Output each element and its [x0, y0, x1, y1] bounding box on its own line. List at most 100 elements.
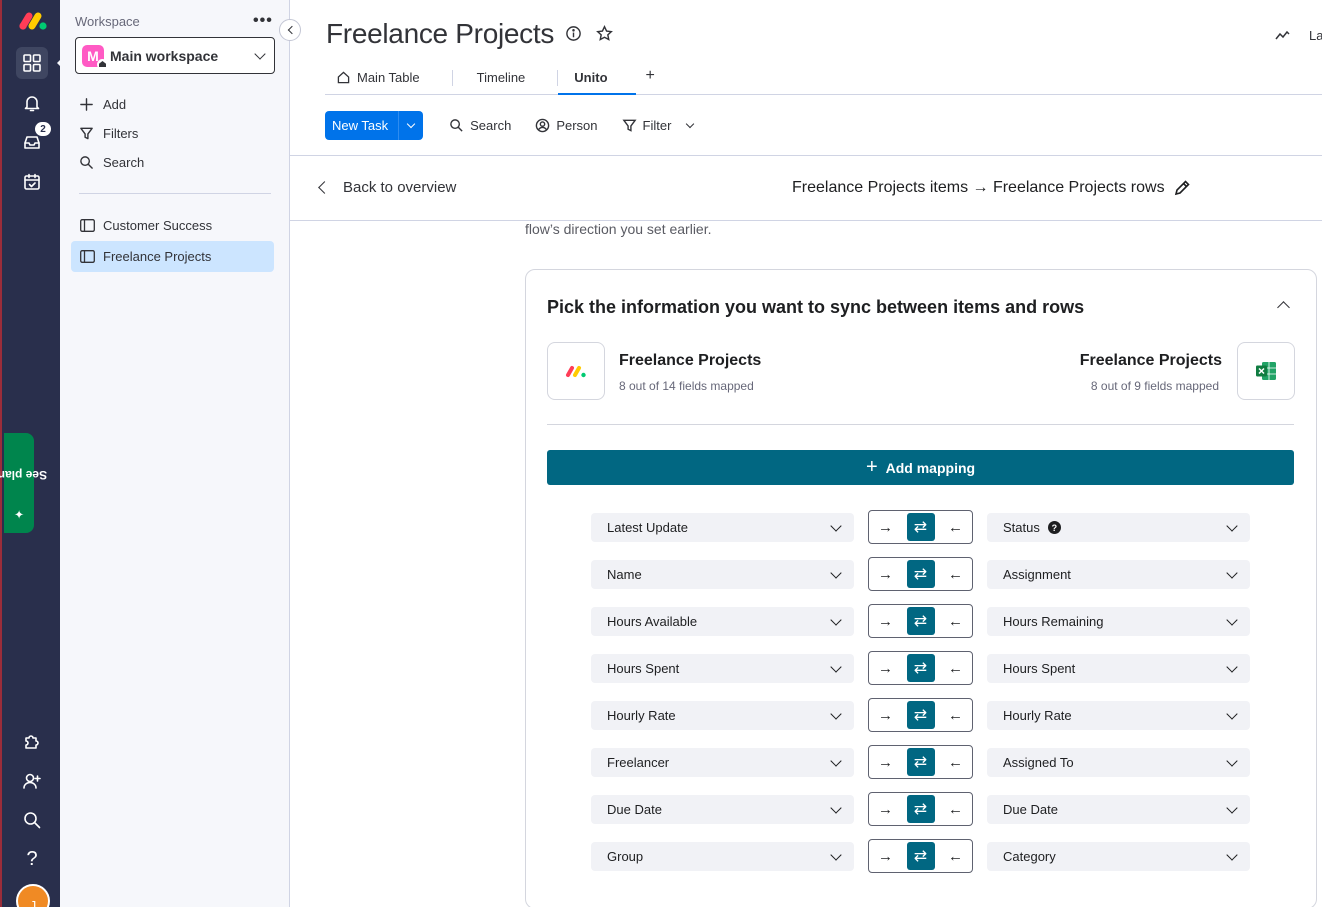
home-icon: [97, 58, 108, 70]
sidebar-item-freelance-projects[interactable]: Freelance Projects: [71, 241, 274, 272]
chevron-down-icon: [830, 661, 842, 673]
search-icon[interactable]: [16, 804, 48, 836]
help-icon[interactable]: ?: [1047, 521, 1061, 534]
arrow-left-icon[interactable]: ←: [948, 801, 963, 818]
workspaces-icon[interactable]: [16, 47, 48, 79]
two-way-sync-icon[interactable]: ⇄: [906, 795, 935, 823]
arrow-left-icon[interactable]: ←: [948, 848, 963, 865]
right-field-label: Category: [1003, 849, 1056, 864]
left-field-label: Hours Spent: [607, 661, 680, 676]
right-field-select[interactable]: Due Date: [987, 795, 1250, 824]
left-field-select[interactable]: Name: [591, 560, 854, 589]
arrow-right-icon[interactable]: →: [878, 801, 893, 818]
filter-button[interactable]: Filter: [622, 118, 695, 133]
add-view-button[interactable]: +: [636, 62, 665, 94]
sidebar-add-button[interactable]: Add: [79, 97, 126, 112]
left-field-select[interactable]: Freelancer: [591, 748, 854, 777]
info-icon[interactable]: [565, 25, 582, 42]
two-way-sync-icon[interactable]: ⇄: [906, 748, 935, 776]
two-way-sync-icon[interactable]: ⇄: [906, 607, 935, 635]
sidebar-filters-label: Filters: [103, 126, 139, 141]
pencil-icon[interactable]: [1173, 179, 1191, 197]
arrow-right-icon[interactable]: →: [878, 660, 893, 677]
right-field-select[interactable]: Assignment: [987, 560, 1250, 589]
back-to-overview-link[interactable]: Back to overview: [318, 179, 457, 196]
right-field-select[interactable]: Status?: [987, 513, 1250, 542]
right-field-select[interactable]: Category: [987, 842, 1250, 871]
sidebar-filters-button[interactable]: Filters: [79, 126, 138, 141]
activity-icon[interactable]: [1275, 27, 1291, 43]
arrow-left-icon[interactable]: ←: [948, 660, 963, 677]
help-icon[interactable]: ?: [16, 843, 48, 875]
arrow-right-icon[interactable]: →: [878, 519, 893, 536]
arrow-right-icon[interactable]: →: [878, 613, 893, 630]
two-way-sync-icon[interactable]: ⇄: [906, 842, 935, 870]
person-filter-button[interactable]: Person: [535, 118, 598, 133]
right-field-select[interactable]: Hours Spent: [987, 654, 1250, 683]
back-label: Back to overview: [343, 179, 457, 196]
star-icon[interactable]: [596, 25, 613, 42]
chevron-down-icon: [1226, 567, 1238, 579]
arrow-right-icon[interactable]: →: [878, 566, 893, 583]
bell-icon[interactable]: [16, 87, 48, 119]
two-way-sync-icon[interactable]: ⇄: [906, 560, 935, 588]
top-right-label[interactable]: La: [1309, 28, 1322, 43]
arrow-left-icon[interactable]: ←: [948, 707, 963, 724]
right-field-select[interactable]: Hours Remaining: [987, 607, 1250, 636]
monday-logo-icon[interactable]: [18, 10, 48, 32]
field-mapping-card: Pick the information you want to sync be…: [525, 269, 1317, 907]
sidebar-search-button[interactable]: Search: [79, 155, 144, 170]
see-plans-button[interactable]: ✦ See plans: [0, 433, 47, 533]
invite-user-icon[interactable]: [16, 765, 48, 797]
divider: [547, 424, 1294, 425]
mapping-row: Due Date → ⇄ ← Due Date: [591, 792, 1251, 826]
sync-direction-control: → ⇄ ←: [868, 604, 973, 638]
left-field-select[interactable]: Hours Available: [591, 607, 854, 636]
tab-unito[interactable]: Unito: [558, 62, 636, 95]
collapse-sidebar-button[interactable]: [279, 19, 301, 41]
arrow-right-icon[interactable]: →: [878, 754, 893, 771]
chevron-down-icon: [1226, 802, 1238, 814]
arrow-right-icon[interactable]: →: [878, 848, 893, 865]
two-way-sync-icon[interactable]: ⇄: [906, 654, 935, 682]
right-field-select[interactable]: Assigned To: [987, 748, 1250, 777]
left-field-label: Group: [607, 849, 644, 864]
right-field-label: Assignment: [1003, 567, 1071, 582]
mapping-row: Freelancer → ⇄ ← Assigned To: [591, 745, 1251, 779]
filter-icon: [80, 127, 93, 140]
two-way-sync-icon[interactable]: ⇄: [906, 513, 935, 541]
arrow-right-icon[interactable]: →: [878, 707, 893, 724]
left-field-select[interactable]: Group: [591, 842, 854, 871]
workspace-selector[interactable]: M Main workspace: [75, 37, 275, 74]
chevron-up-icon[interactable]: [1277, 301, 1290, 314]
left-field-select[interactable]: Due Date: [591, 795, 854, 824]
left-field-select[interactable]: Hours Spent: [591, 654, 854, 683]
right-field-select[interactable]: Hourly Rate: [987, 701, 1250, 730]
add-mapping-button[interactable]: + Add mapping: [547, 450, 1294, 485]
new-task-button[interactable]: New Task: [325, 111, 424, 140]
more-options-icon[interactable]: •••: [253, 12, 273, 30]
arrow-left-icon[interactable]: ←: [948, 613, 963, 630]
calendar-check-icon[interactable]: [16, 166, 48, 198]
chevron-down-icon[interactable]: [686, 119, 695, 129]
sync-direction-control: → ⇄ ←: [868, 651, 973, 685]
search-label: Search: [470, 118, 512, 133]
new-task-dropdown[interactable]: [398, 111, 423, 140]
sidebar-item-customer-success[interactable]: Customer Success: [71, 210, 274, 241]
tab-timeline[interactable]: Timeline: [465, 62, 538, 95]
chevron-down-icon: [1226, 849, 1238, 861]
left-field-label: Hours Available: [607, 614, 698, 629]
arrow-left-icon[interactable]: ←: [948, 566, 963, 583]
search-button[interactable]: Search: [449, 118, 511, 133]
workspace-sidebar: Workspace ••• M Main workspace Add Filte…: [60, 0, 290, 907]
unito-header: Back to overview Freelance Projects item…: [290, 156, 1322, 221]
arrow-left-icon[interactable]: ←: [948, 754, 963, 771]
arrow-left-icon[interactable]: ←: [948, 519, 963, 536]
filter-label: Filter: [642, 118, 672, 133]
avatar[interactable]: J: [16, 884, 50, 907]
left-field-select[interactable]: Hourly Rate: [591, 701, 854, 730]
tab-main-table[interactable]: Main Table: [325, 62, 432, 95]
two-way-sync-icon[interactable]: ⇄: [906, 701, 935, 729]
left-field-select[interactable]: Latest Update: [591, 513, 854, 542]
puzzle-icon[interactable]: [16, 725, 48, 757]
